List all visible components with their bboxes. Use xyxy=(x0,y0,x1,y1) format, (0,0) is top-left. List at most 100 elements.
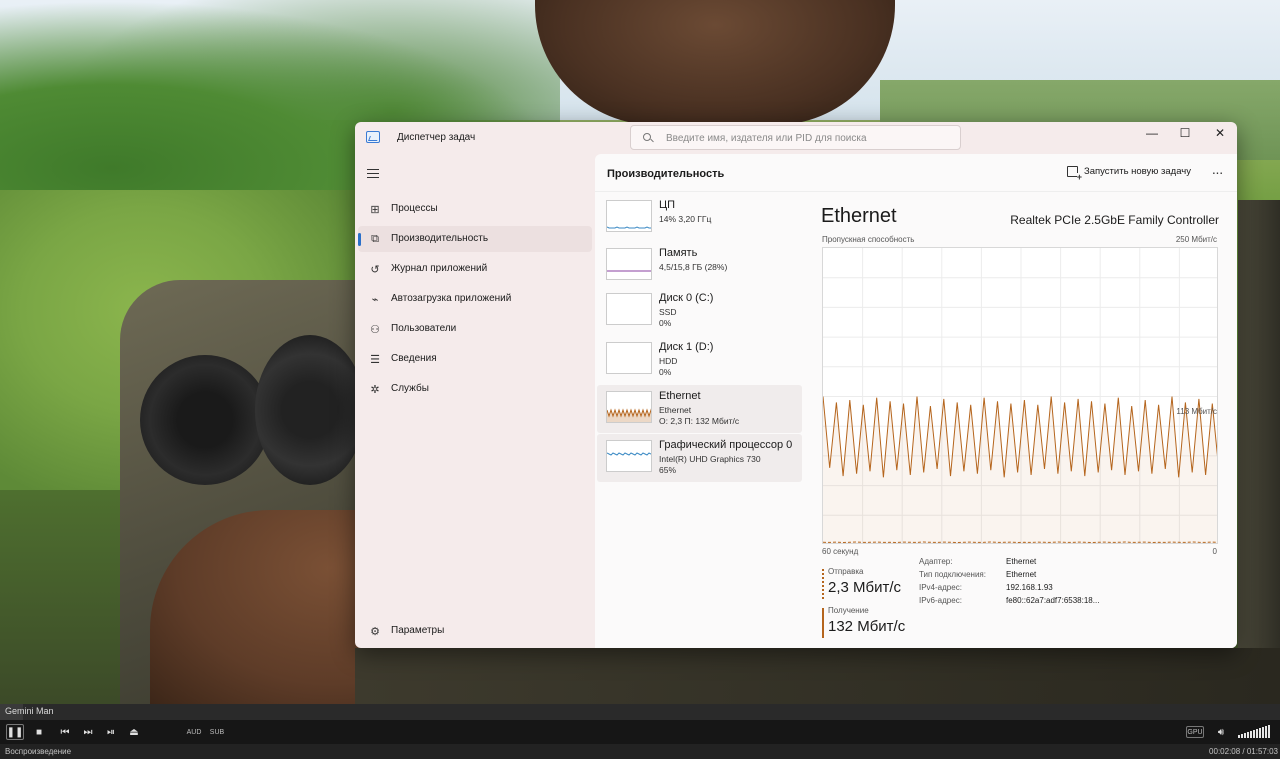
task-manager-app-icon xyxy=(366,131,380,143)
run-new-task-button[interactable]: Запустить новую задачу xyxy=(1067,166,1191,182)
sidebar-item-label: Производительность xyxy=(391,233,489,244)
device-name: Диск 1 (D:) xyxy=(659,341,714,353)
search-placeholder: Введите имя, издателя или PID для поиска xyxy=(666,133,867,144)
device-item[interactable]: Ethernet Ethernet О: 2,3 П: 132 Мбит/с xyxy=(597,385,802,433)
sidebar-item-label: Автозагрузка приложений xyxy=(391,293,512,304)
device-name: Память xyxy=(659,247,698,259)
device-name: Ethernet xyxy=(659,390,701,402)
seek-bar[interactable]: Gemini Man xyxy=(0,704,1280,720)
sidebar-item-label: Журнал приложений xyxy=(391,263,488,274)
sidebar-item-label: Службы xyxy=(391,383,429,394)
gpu-indicator[interactable]: GPU xyxy=(1186,726,1204,738)
sidebar-item-performance[interactable]: ⧉ Производительность xyxy=(358,226,592,252)
skip-back-icon: ⏮ xyxy=(60,726,70,738)
volume-slider[interactable] xyxy=(1238,725,1270,738)
speaker-icon: 🔊︎ xyxy=(1217,726,1225,738)
stop-button[interactable]: ■ xyxy=(30,724,48,740)
graph-max-label: 250 Мбит/с xyxy=(1175,235,1217,244)
device-item[interactable]: ЦП 14% 3,20 ГГц xyxy=(597,194,802,242)
media-player: Gemini Man ❚❚ ■ ⏮ ⏭ ⏯ ⏏ AUD SUB GPU 🔊︎ В… xyxy=(0,704,1280,759)
device-item[interactable]: Диск 1 (D:) HDD 0% xyxy=(597,336,802,384)
close-button[interactable]: ✕ xyxy=(1203,122,1237,144)
pause-button[interactable]: ❚❚ xyxy=(6,724,24,740)
mute-button[interactable]: 🔊︎ xyxy=(1212,724,1230,740)
receive-label: Получение xyxy=(828,606,869,615)
device-name: Диск 0 (C:) xyxy=(659,292,714,304)
processes-icon: ⊞ xyxy=(370,203,380,216)
sidebar-item-users[interactable]: ⚇ Пользователи xyxy=(358,316,592,342)
send-value: 2,3 Мбит/с xyxy=(828,579,902,596)
send-color-bar xyxy=(822,569,824,599)
more-options-button[interactable]: ··· xyxy=(1207,162,1227,182)
receive-color-bar xyxy=(822,608,824,638)
video-actor-arm-right xyxy=(1238,200,1280,704)
device-thumbnail xyxy=(606,440,652,472)
next-button[interactable]: ⏭ xyxy=(79,724,97,740)
throughput-graph: 113 Мбит/с xyxy=(822,247,1218,544)
device-sparkline xyxy=(607,452,651,456)
window-title: Диспетчер задач xyxy=(397,132,476,143)
receive-value: 132 Мбит/с xyxy=(828,618,906,635)
audio-track-button[interactable]: AUD xyxy=(184,724,204,740)
sidebar-item-app-history[interactable]: ↺ Журнал приложений xyxy=(358,256,592,282)
app-history-icon: ↺ xyxy=(370,263,380,276)
adapter-model: Realtek PCIe 2.5GbE Family Controller xyxy=(1010,213,1219,227)
graph-zero-label: 0 xyxy=(1212,547,1217,556)
device-detail-line: HDD xyxy=(659,356,678,366)
send-label: Отправка xyxy=(828,567,864,576)
skip-forward-icon: ⏭ xyxy=(83,726,93,738)
video-scope-lens-left xyxy=(140,355,270,485)
sidebar: ⊞ Процессы ⧉ Производительность ↺ Журнал прил… xyxy=(355,154,595,648)
services-icon: ✲ xyxy=(370,383,380,396)
frame-step-button[interactable]: ⏯ xyxy=(102,724,120,740)
device-detail-line: 0% xyxy=(659,367,672,377)
device-item[interactable]: Графический процессор 0 Intel(R) UHD Grap… xyxy=(597,434,802,482)
detail-title: Ethernet xyxy=(821,205,897,227)
device-detail-line: 4,5/15,8 ГБ (28%) xyxy=(659,262,728,272)
playback-time: 00:02:08 / 01:57:03 xyxy=(1209,747,1278,756)
hamburger-menu-icon[interactable] xyxy=(367,169,379,178)
video-scope-lens-right xyxy=(255,335,365,485)
previous-button[interactable]: ⏮ xyxy=(56,724,74,740)
pause-icon: ❚❚ xyxy=(6,726,24,738)
device-detail-line: 0% xyxy=(659,318,672,328)
main-content: Производительность Запустить новую задач… xyxy=(595,154,1237,648)
graph-time-span-label: 60 секунд xyxy=(822,547,859,556)
page-title: Производительность xyxy=(607,168,725,180)
search-icon xyxy=(643,133,651,141)
device-detail-line: О: 2,3 П: 132 Мбит/с xyxy=(659,416,740,426)
device-detail-line: 14% 3,20 ГГц xyxy=(659,214,712,224)
player-controls: ❚❚ ■ ⏮ ⏭ ⏯ ⏏ AUD SUB GPU 🔊︎ xyxy=(0,720,1280,744)
frame-step-icon: ⏯ xyxy=(107,726,115,738)
maximize-button[interactable]: ☐ xyxy=(1168,122,1202,144)
graph-marker-label: 113 Мбит/с xyxy=(1176,407,1217,416)
device-thumbnail xyxy=(606,342,652,374)
settings-icon: ⚙ xyxy=(370,625,380,638)
device-item[interactable]: Память 4,5/15,8 ГБ (28%) xyxy=(597,242,802,290)
device-thumbnail xyxy=(606,293,652,325)
sidebar-item-settings[interactable]: ⚙ Параметры xyxy=(358,618,592,644)
subtitle-button[interactable]: SUB xyxy=(207,724,227,740)
device-name: Графический процессор 0 xyxy=(659,439,793,451)
title-bar[interactable]: Диспетчер задач Введите имя, издателя ил… xyxy=(355,122,1237,154)
sidebar-item-startup-apps[interactable]: ⌁ Автозагрузка приложений xyxy=(358,286,592,312)
device-thumbnail xyxy=(606,200,652,232)
sidebar-item-processes[interactable]: ⊞ Процессы xyxy=(358,196,592,222)
device-detail: Ethernet Realtek PCIe 2.5GbE Family Cont… xyxy=(808,194,1237,648)
video-foreground xyxy=(355,648,1280,704)
device-item[interactable]: Диск 0 (C:) SSD 0% xyxy=(597,287,802,335)
device-name: ЦП xyxy=(659,199,676,211)
device-detail-line: Ethernet xyxy=(659,405,692,415)
sidebar-item-details[interactable]: ☰ Сведения xyxy=(358,346,592,372)
device-sparkline xyxy=(607,226,651,229)
startup-apps-icon: ⌁ xyxy=(371,293,379,306)
eject-button[interactable]: ⏏ xyxy=(125,724,143,740)
device-detail-line: 65% xyxy=(659,465,677,475)
sidebar-item-services[interactable]: ✲ Службы xyxy=(358,376,592,402)
sidebar-item-label: Пользователи xyxy=(391,323,457,334)
sidebar-item-label: Параметры xyxy=(391,625,445,636)
details-icon: ☰ xyxy=(370,353,380,366)
search-input[interactable]: Введите имя, издателя или PID для поиска xyxy=(630,125,961,150)
minimize-button[interactable]: — xyxy=(1135,122,1169,144)
new-task-icon xyxy=(1067,166,1082,182)
